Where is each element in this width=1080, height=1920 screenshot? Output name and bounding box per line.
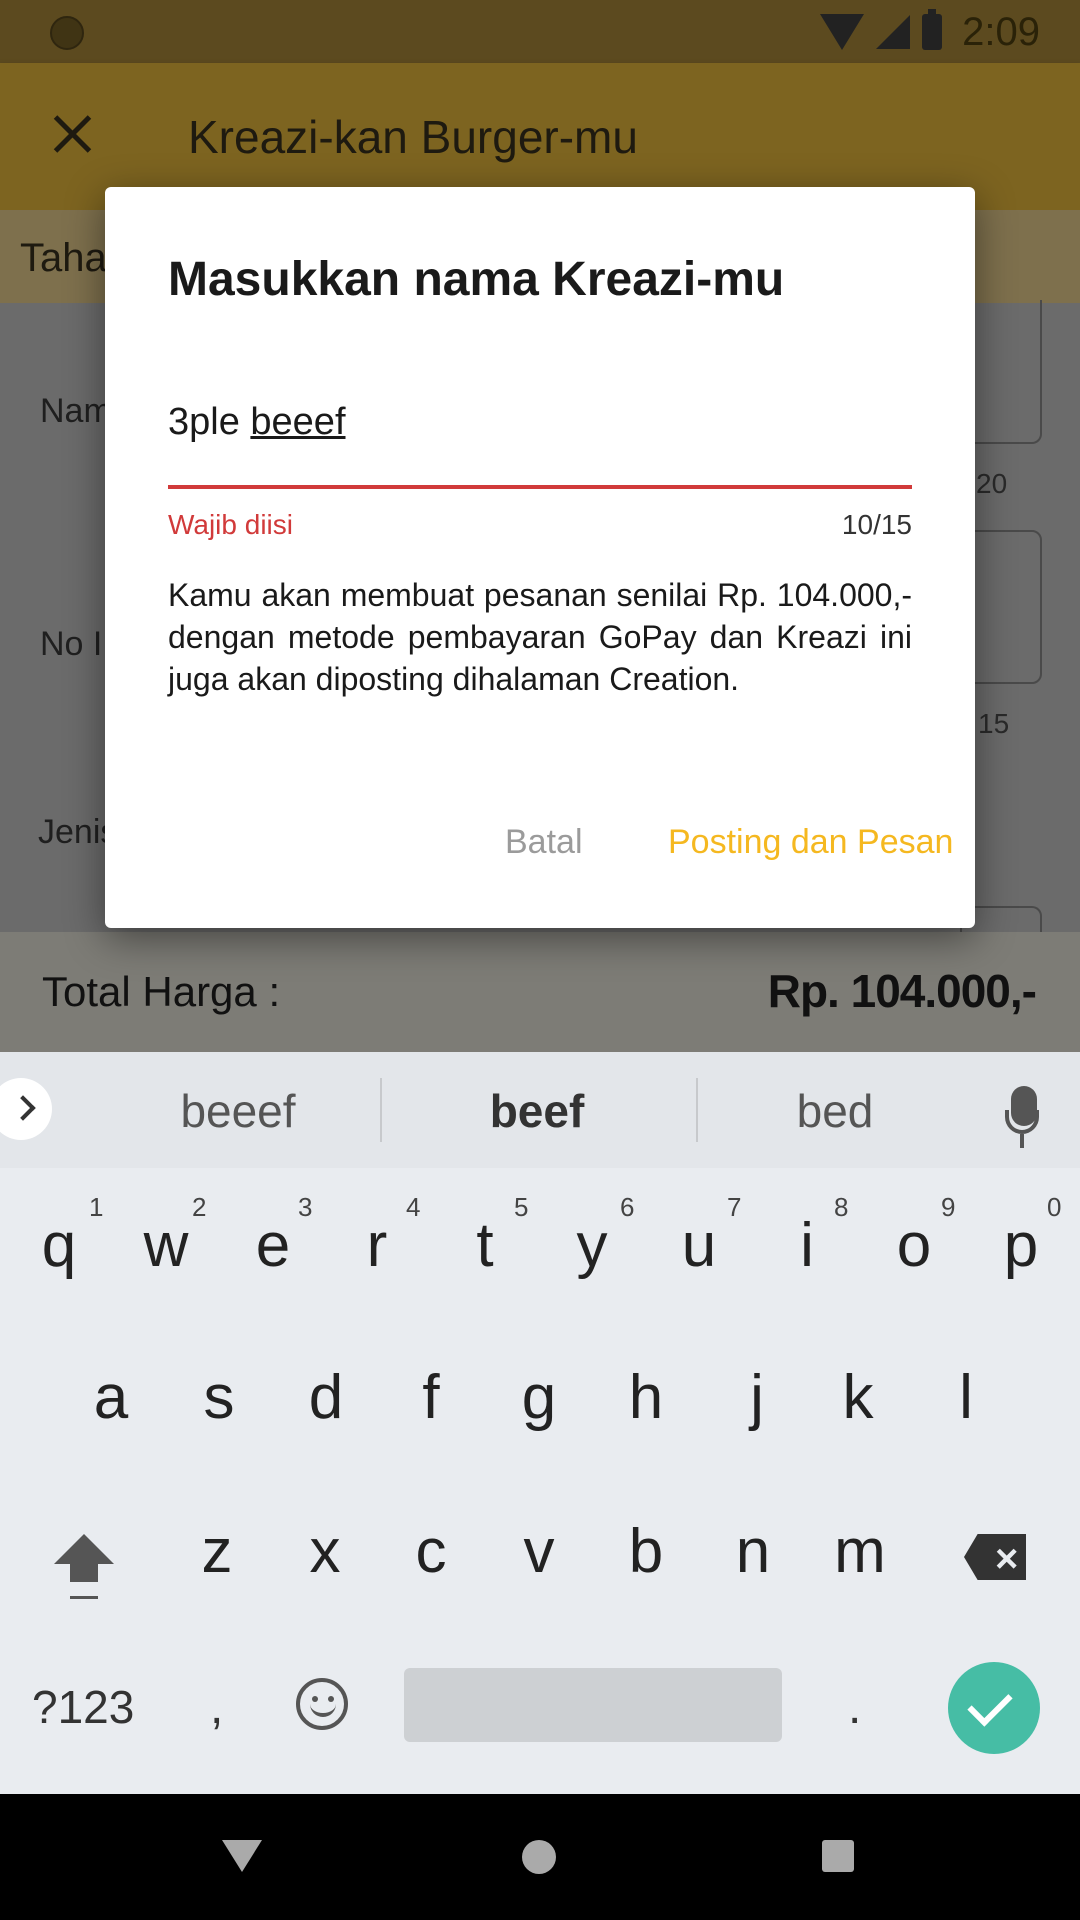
shift-icon-underline <box>70 1596 98 1599</box>
key-l[interactable]: l <box>921 1362 1011 1433</box>
input-text-prefix: 3ple <box>168 401 251 443</box>
key-a[interactable]: a <box>66 1362 156 1433</box>
key-hint-2: 2 <box>192 1192 207 1222</box>
key-z[interactable]: z <box>172 1516 262 1587</box>
dialog-title: Masukkan nama Kreazi-mu <box>168 253 785 306</box>
cancel-button[interactable]: Batal <box>505 823 583 862</box>
key-h[interactable]: h <box>601 1362 691 1433</box>
input-text-composing: beeef <box>250 401 346 443</box>
space-bar[interactable] <box>404 1668 782 1742</box>
kreazi-name-input[interactable]: 3ple beeef <box>168 401 346 444</box>
close-icon[interactable] <box>48 110 98 160</box>
dialog-description: Kamu akan membuat pesanan senilai Rp. 10… <box>168 577 912 697</box>
battery-icon <box>922 9 943 50</box>
suggestion-divider <box>696 1078 698 1142</box>
notification-icon <box>50 16 84 50</box>
emoji-icon[interactable] <box>296 1678 348 1730</box>
key-d[interactable]: d <box>281 1362 371 1433</box>
key-k[interactable]: k <box>813 1362 903 1433</box>
key-x[interactable]: x <box>280 1516 370 1587</box>
shift-icon-stem <box>70 1564 98 1582</box>
name-field-counter: 20 <box>976 468 1008 499</box>
key-hint-3: 3 <box>298 1192 313 1222</box>
key-hint-6: 6 <box>620 1192 635 1222</box>
phone-field-label: No I <box>40 625 103 663</box>
key-period[interactable]: . <box>848 1680 861 1735</box>
microphone-base <box>1020 1134 1024 1148</box>
enter-check-icon[interactable] <box>948 1662 1040 1754</box>
key-f[interactable]: f <box>386 1362 476 1433</box>
name-field-label: Nam <box>40 392 112 430</box>
error-message: Wajib diisi <box>168 509 293 540</box>
recents-icon[interactable] <box>822 1840 854 1872</box>
key-hint-4: 4 <box>406 1192 421 1222</box>
key-v[interactable]: v <box>494 1516 584 1587</box>
suggestion-1[interactable]: beeef <box>138 1084 338 1138</box>
home-icon[interactable] <box>522 1840 556 1874</box>
status-indicators: 2:09 <box>820 8 1040 56</box>
key-n[interactable]: n <box>708 1516 798 1587</box>
shift-icon[interactable] <box>54 1534 114 1564</box>
suggestion-divider <box>380 1078 382 1142</box>
wifi-icon <box>820 14 865 50</box>
key-hint-9: 9 <box>941 1192 956 1222</box>
key-m[interactable]: m <box>815 1516 905 1587</box>
key-hint-7: 7 <box>727 1192 742 1222</box>
suggestion-2[interactable]: beef <box>437 1084 637 1138</box>
key-hint-0: 0 <box>1047 1192 1062 1222</box>
post-and-order-button[interactable]: Posting dan Pesan <box>668 823 953 862</box>
key-hint-8: 8 <box>834 1192 849 1222</box>
total-value: Rp. 104.000,- <box>767 965 1037 1017</box>
clock: 2:09 <box>962 9 1040 54</box>
back-icon[interactable] <box>222 1840 262 1872</box>
page-title: Kreazi-kan Burger-mu <box>188 111 638 163</box>
key-hint-5: 5 <box>514 1192 529 1222</box>
key-j[interactable]: j <box>712 1362 802 1433</box>
char-counter: 10/15 <box>841 509 912 540</box>
key-c[interactable]: c <box>386 1516 476 1587</box>
suggestion-3[interactable]: bed <box>735 1084 935 1138</box>
key-g[interactable]: g <box>494 1362 584 1433</box>
symbols-key[interactable]: ?123 <box>32 1680 134 1734</box>
key-comma[interactable]: , <box>210 1680 223 1735</box>
signal-icon <box>876 15 911 49</box>
phone-field-counter: 15 <box>978 708 1010 739</box>
key-s[interactable]: s <box>174 1362 264 1433</box>
backspace-x: × <box>995 1537 1019 1581</box>
total-label: Total Harga : <box>42 968 281 1015</box>
step-label: Taha <box>20 236 107 280</box>
key-hint-1: 1 <box>89 1192 104 1222</box>
key-b[interactable]: b <box>601 1516 691 1587</box>
input-underline <box>168 485 912 489</box>
